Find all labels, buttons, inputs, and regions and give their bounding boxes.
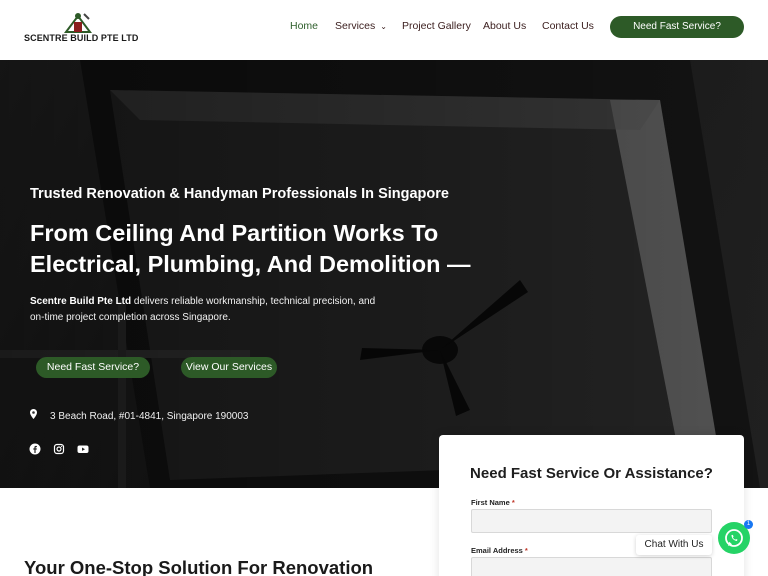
logo-text: SCENTRE BUILD PTE LTD: [24, 33, 139, 43]
hero-headline: From Ceiling And Partition Works To Elec…: [30, 220, 471, 277]
chat-label[interactable]: Chat With Us: [636, 535, 712, 555]
required-marker: *: [511, 498, 515, 507]
form-title: Need Fast Service Or Assistance?: [470, 465, 713, 482]
hero-section: Trusted Renovation & Handyman Profession…: [0, 60, 768, 488]
logo-mark-icon: [64, 13, 92, 33]
site-header: SCENTRE BUILD PTE LTD Home Services ⌄ Pro…: [0, 0, 768, 60]
hero-company-name: Scentre Build Pte Ltd: [30, 296, 132, 307]
first-name-label-text: First Name: [471, 498, 510, 507]
nav-services[interactable]: Services ⌄: [335, 20, 387, 32]
instagram-icon[interactable]: [53, 443, 65, 455]
email-label-text: Email Address: [471, 546, 523, 555]
first-name-label: First Name *: [471, 498, 515, 507]
nav-project-gallery[interactable]: Project Gallery: [402, 20, 471, 32]
hero-description: Scentre Build Pte Ltd delivers reliable …: [30, 294, 380, 326]
nav-contact-us[interactable]: Contact Us: [542, 20, 594, 32]
hero-fast-service-button[interactable]: Need Fast Service?: [36, 357, 150, 378]
chevron-down-icon: ⌄: [380, 22, 387, 31]
first-name-input[interactable]: [471, 509, 712, 533]
hero-address-text: 3 Beach Road, #01-4841, Singapore 190003: [50, 411, 249, 422]
nav-services-label: Services: [335, 20, 376, 32]
youtube-icon[interactable]: [77, 443, 89, 455]
hero-eyebrow: Trusted Renovation & Handyman Profession…: [30, 186, 449, 202]
hero-view-services-button[interactable]: View Our Services: [181, 357, 277, 378]
email-input[interactable]: [471, 557, 712, 576]
nav-home[interactable]: Home: [290, 20, 318, 32]
required-marker: *: [524, 546, 528, 555]
logo[interactable]: SCENTRE BUILD PTE LTD: [24, 10, 138, 46]
header-cta-button[interactable]: Need Fast Service?: [610, 16, 744, 38]
nav-about-us[interactable]: About Us: [483, 20, 526, 32]
hero-address: 3 Beach Road, #01-4841, Singapore 190003: [30, 409, 249, 422]
email-label: Email Address *: [471, 546, 528, 555]
map-pin-icon: [30, 409, 40, 422]
facebook-icon[interactable]: [29, 443, 41, 455]
section-title: Your One-Stop Solution For Renovation: [24, 557, 374, 576]
chat-notification-badge: 1: [744, 520, 753, 529]
